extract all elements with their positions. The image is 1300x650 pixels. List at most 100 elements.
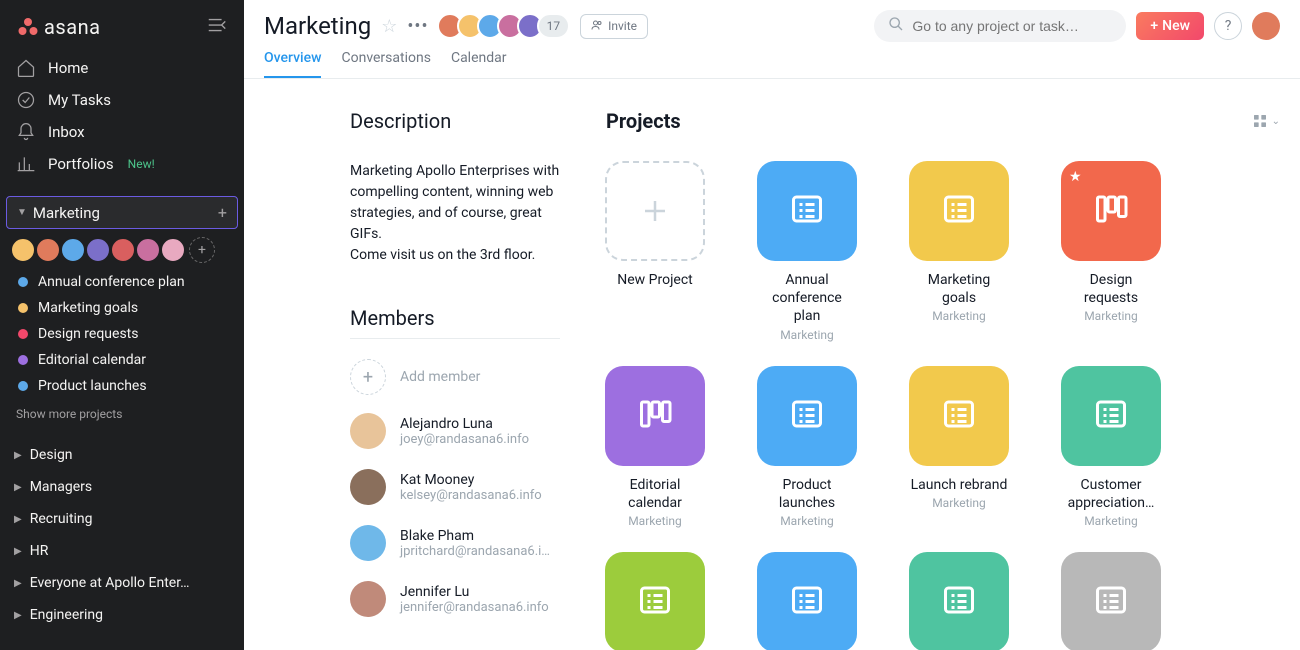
invite-label: Invite <box>608 19 637 33</box>
sidebar-group-item[interactable]: ▶ Managers <box>0 471 244 503</box>
new-project-card[interactable]: New Project <box>606 161 704 342</box>
sidebar-group-item[interactable]: ▶HR <box>0 535 244 567</box>
avatar[interactable] <box>10 237 36 263</box>
project-card[interactable] <box>910 552 1008 650</box>
avatar <box>350 581 386 617</box>
tab-calendar[interactable]: Calendar <box>451 50 507 78</box>
chevron-right-icon: ▶ <box>14 514 22 525</box>
list-icon <box>1093 396 1129 436</box>
add-member-label: Add member <box>400 369 480 385</box>
project-card[interactable]: Launch rebrand Marketing <box>910 366 1008 528</box>
description-body: Marketing Apollo Enterprises with compel… <box>350 161 560 245</box>
avatar <box>350 413 386 449</box>
member-row[interactable]: Alejandro Lunajoey@randasana6.info <box>350 403 560 459</box>
list-icon <box>789 396 825 436</box>
nav-portfolios-label: Portfolios <box>48 155 114 173</box>
sidebar-group-item[interactable]: ▶Everyone at Apollo Enter… <box>0 567 244 599</box>
project-card[interactable]: Customer appreciation…Marketing <box>1062 366 1160 528</box>
current-user-avatar[interactable] <box>1252 12 1280 40</box>
member-email: jpritchard@randasana6.i… <box>400 544 550 559</box>
project-label: Design requests <box>38 326 138 342</box>
member-row[interactable]: Blake Phamjpritchard@randasana6.i… <box>350 515 560 571</box>
avatar[interactable] <box>160 237 186 263</box>
new-project-label: New Project <box>617 271 693 289</box>
nav-home[interactable]: Home <box>0 52 244 84</box>
project-tile <box>909 161 1009 261</box>
sidebar-project-item[interactable]: Product launches <box>0 373 244 399</box>
list-icon <box>789 191 825 231</box>
avatar[interactable] <box>135 237 161 263</box>
project-card-name: Annual conference plan <box>758 271 856 326</box>
nav-my-tasks-label: My Tasks <box>48 91 111 109</box>
header-avatars[interactable]: 17 <box>443 13 571 39</box>
chevron-right-icon: ▶ <box>14 450 22 461</box>
group-label: Managers <box>30 479 92 495</box>
search-box[interactable] <box>874 10 1126 42</box>
sidebar-project-item[interactable]: Annual conference plan <box>0 269 244 295</box>
group-label: Engineering <box>30 607 103 623</box>
chevron-down-icon: ▼ <box>17 207 27 218</box>
collapse-sidebar-icon[interactable] <box>206 14 228 40</box>
project-card-team: Marketing <box>628 514 682 528</box>
sidebar-group-item[interactable]: ▶Engineering <box>0 599 244 631</box>
sidebar-project-item[interactable]: Editorial calendar <box>0 347 244 373</box>
tabs: Overview Conversations Calendar <box>244 42 1300 79</box>
star-icon[interactable]: ☆ <box>381 16 397 37</box>
team-header-marketing[interactable]: ▼ Marketing + <box>6 196 238 229</box>
project-card[interactable]: Product launchesMarketing <box>758 366 856 528</box>
chevron-down-icon: ⌄ <box>1272 116 1280 127</box>
sidebar-group-item[interactable]: ▶Recruiting <box>0 503 244 535</box>
board-icon <box>637 396 673 436</box>
project-card[interactable]: ★Design requestsMarketing <box>1062 161 1160 342</box>
sidebar-project-item[interactable]: Design requests <box>0 321 244 347</box>
project-card-team: Marketing <box>932 496 986 510</box>
avatar[interactable] <box>35 237 61 263</box>
tab-conversations[interactable]: Conversations <box>341 50 430 78</box>
star-icon: ★ <box>1069 169 1082 185</box>
project-card[interactable]: Editorial calendarMarketing <box>606 366 704 528</box>
show-more-projects[interactable]: Show more projects <box>0 403 244 425</box>
add-project-icon[interactable]: + <box>218 203 227 222</box>
home-icon <box>16 58 36 78</box>
project-card-name: Launch rebrand <box>911 476 1008 494</box>
add-member-button[interactable]: + Add member <box>350 351 560 403</box>
plus-circle-icon: + <box>350 359 386 395</box>
group-label: Everyone at Apollo Enter… <box>30 575 190 591</box>
avatar[interactable] <box>85 237 111 263</box>
team-label: Marketing <box>33 204 212 222</box>
nav-portfolios[interactable]: Portfolios New! <box>0 148 244 180</box>
project-card[interactable]: Marketing goalsMarketing <box>910 161 1008 342</box>
board-icon <box>1093 191 1129 231</box>
sidebar-project-item[interactable]: Marketing goals <box>0 295 244 321</box>
projects-heading: Projects <box>606 109 681 133</box>
search-input[interactable] <box>912 18 1112 34</box>
bar-chart-icon <box>16 154 36 174</box>
project-card[interactable] <box>1062 552 1160 650</box>
project-tile: ★ <box>1061 161 1161 261</box>
avatar[interactable] <box>60 237 86 263</box>
project-card[interactable] <box>758 552 856 650</box>
add-member-icon[interactable]: + <box>189 237 215 263</box>
sidebar-group-item[interactable]: ▶Design <box>0 439 244 471</box>
view-toggle[interactable]: ⌄ <box>1252 113 1280 129</box>
nav-my-tasks[interactable]: My Tasks <box>0 84 244 116</box>
project-tile <box>1061 552 1161 650</box>
invite-button[interactable]: Invite <box>580 14 648 39</box>
member-row[interactable]: Jennifer Lujennifer@randasana6.info <box>350 571 560 627</box>
project-card[interactable]: Annual conference planMarketing <box>758 161 856 342</box>
chevron-right-icon: ▶ <box>14 482 22 493</box>
logo[interactable]: asana <box>16 15 101 39</box>
member-row[interactable]: Kat Mooneykelsey@randasana6.info <box>350 459 560 515</box>
more-icon[interactable]: ••• <box>407 16 428 37</box>
member-email: kelsey@randasana6.info <box>400 488 542 503</box>
topbar: Marketing ☆ ••• 17 Invite + New ? <box>244 0 1300 42</box>
chevron-right-icon: ▶ <box>14 546 22 557</box>
avatar[interactable] <box>110 237 136 263</box>
nav-inbox[interactable]: Inbox <box>0 116 244 148</box>
project-card[interactable] <box>606 552 704 650</box>
avatar-count: 17 <box>537 13 571 39</box>
tab-overview[interactable]: Overview <box>264 50 321 78</box>
help-button[interactable]: ? <box>1214 12 1242 40</box>
new-button[interactable]: + New <box>1136 12 1204 40</box>
new-badge: New! <box>128 157 155 171</box>
